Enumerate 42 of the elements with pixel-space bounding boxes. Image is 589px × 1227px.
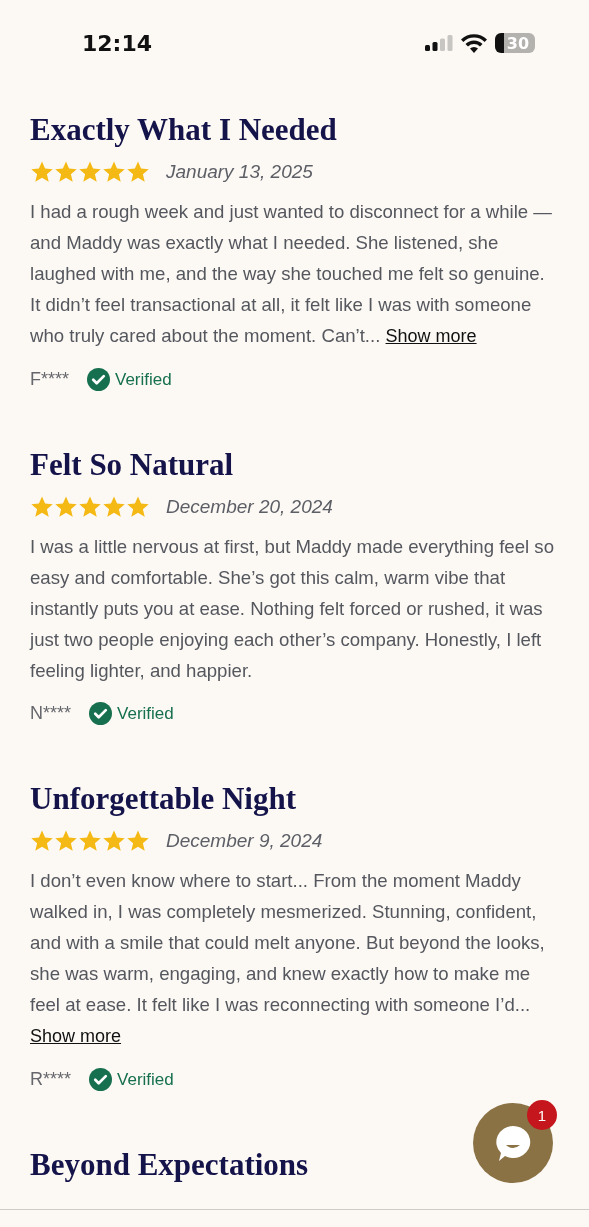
chat-icon <box>493 1124 533 1162</box>
signal-icon <box>425 35 453 51</box>
star-icon <box>102 495 126 519</box>
star-icon <box>78 829 102 853</box>
star-icon <box>102 160 126 184</box>
wifi-icon <box>461 33 487 53</box>
star-icon <box>126 829 150 853</box>
review-text: I had a rough week and just wanted to disconnect for a while —and Maddy was exactly what I needed. She listened, she laughed with me, and the way she touched me felt so genuine. It didn’t feel transactional at all, it felt like I was with someone who truly cared about the moment. Can’t... Show more <box>30 200 553 348</box>
status-time: 12:14 <box>82 30 153 56</box>
reviewer-name: F**** <box>30 369 69 390</box>
review-text: I don’t even know where to start... From the moment Maddy walked in, I was completely mesmerized. Stunning, confident, and with a smile that could melt anyone. But beyond the looks, she was warm, engaging, and knew exactly how to make me feel at ease. It felt like I was reconnecting with someone I’d... Show more <box>30 869 546 1048</box>
star-icon <box>30 829 54 853</box>
star-icon <box>78 495 102 519</box>
review-date: December 9, 2024 <box>166 830 323 852</box>
star-icon <box>30 160 54 184</box>
review-text: I was a little nervous at first, but Maddy made everything feel so easy and comfortable. She’s got this calm, warm vibe that instantly puts you at ease. Nothing felt forced or rushed, it was just two people enjoying each other’s company. Honestly, I left feeling lighter, and happier. <box>30 535 555 683</box>
battery-level: 30 <box>505 33 530 53</box>
verified-label: Verified <box>115 369 172 390</box>
review-title: Unforgettable Night <box>30 780 297 818</box>
review-date: December 20, 2024 <box>166 496 333 518</box>
star-icon <box>30 495 54 519</box>
show-more-link[interactable]: Show more <box>30 1026 122 1046</box>
check-circle-icon <box>89 1068 113 1091</box>
star-icon <box>78 160 102 184</box>
reviewer-name: R**** <box>30 1069 72 1090</box>
notification-badge: 1 <box>527 1100 557 1130</box>
review-title: Exactly What I Needed <box>30 111 337 149</box>
star-icon <box>54 829 78 853</box>
review-title: Beyond Expectations <box>30 1146 309 1184</box>
review-title: Felt So Natural <box>30 446 234 484</box>
star-icon <box>126 495 150 519</box>
check-circle-icon <box>87 368 110 391</box>
star-icon <box>54 160 78 184</box>
reviewer-name: N**** <box>30 703 72 724</box>
star-icon <box>102 829 126 853</box>
star-icon <box>126 160 150 184</box>
verified-label: Verified <box>117 703 174 724</box>
review-date: January 13, 2025 <box>166 161 313 183</box>
verified-label: Verified <box>117 1069 174 1090</box>
star-icon <box>54 495 78 519</box>
check-circle-icon <box>89 702 113 725</box>
show-more-link[interactable]: Show more <box>385 326 477 346</box>
